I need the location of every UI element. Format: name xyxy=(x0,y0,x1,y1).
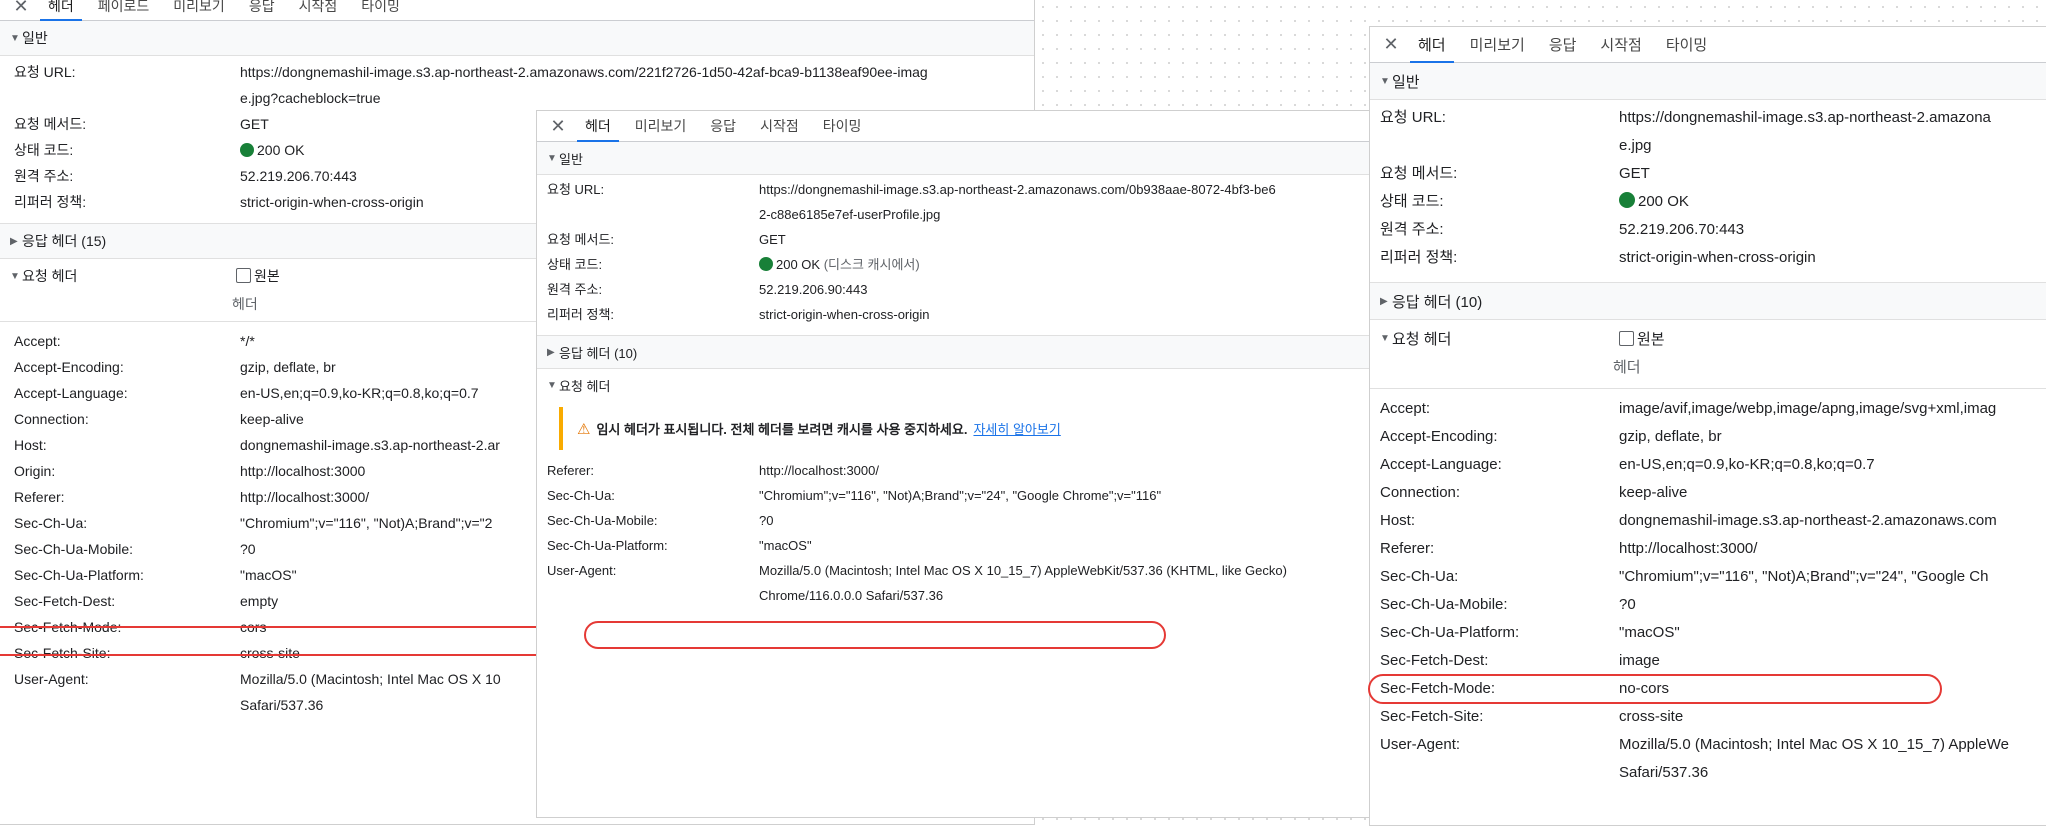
triangle-down-icon: ▼ xyxy=(547,379,557,391)
request-headers-title: 요청 헤더 xyxy=(559,378,611,394)
header-row: Host: dongnemashil-image.s3.ap-northeast-… xyxy=(1380,512,1997,529)
request-headers-list: Accept: image/avif,image/webp,image/apng,… xyxy=(1370,389,2046,787)
provisional-headers-warning: ⚠ 임시 헤더가 표시됩니다. 전체 헤더를 보려면 캐시를 사용 중지하세요.… xyxy=(559,407,1353,450)
request-headers-list: Referer: http://localhost:3000/ Sec-Ch-Ua… xyxy=(537,458,1371,608)
general-section-title: 일반 xyxy=(22,30,48,46)
general-row: 리퍼러 정책: strict-origin-when-cross-origin xyxy=(1380,249,1816,266)
general-row: 요청 URL: https://dongnemashil-image.s3.ap-… xyxy=(547,182,1276,222)
header-row: Sec-Ch-Ua-Platform: "macOS" xyxy=(1380,624,1680,641)
request-headers-toggle[interactable]: ▼ 요청 헤더 원본 xyxy=(1370,320,2046,356)
raw-toggle[interactable]: 원본 xyxy=(1619,328,1665,349)
tab-preview[interactable]: 미리보기 xyxy=(623,111,699,141)
header-row-sec-fetch-mode: Sec-Fetch-Mode: no-cors xyxy=(1380,680,1670,697)
close-icon[interactable]: ✕ xyxy=(543,111,573,141)
general-row: 상태 코드: 200 OK (디스크 캐시에서) xyxy=(547,257,920,272)
response-headers-title: 응답 헤더 (10) xyxy=(1392,293,1483,311)
header-row: Referer: http://localhost:3000/ xyxy=(547,463,879,478)
general-list: 요청 URL: https://dongnemashil-image.s3.ap-… xyxy=(537,175,1371,327)
tab-headers[interactable]: 헤더 xyxy=(36,0,86,21)
left-tabbar: ✕ 헤더 페이로드 미리보기 응답 시작점 타이밍 xyxy=(0,0,1034,21)
header-row: Sec-Fetch-Site: cross-site xyxy=(1380,708,1684,725)
triangle-down-icon: ▼ xyxy=(547,152,557,164)
triangle-right-icon: ▶ xyxy=(1380,295,1388,307)
cache-note: (디스크 캐시에서) xyxy=(823,257,920,272)
response-headers-toggle[interactable]: ▶ 응답 헤더 (10) xyxy=(537,335,1371,369)
tab-initiator[interactable]: 시작점 xyxy=(1588,27,1653,62)
header-row: Accept-Encoding: gzip, deflate, br xyxy=(1380,428,1722,445)
status-code: 200 OK xyxy=(776,257,821,272)
general-row: 요청 메서드: GET xyxy=(1380,165,1650,182)
triangle-right-icon: ▶ xyxy=(547,346,555,358)
close-icon[interactable]: ✕ xyxy=(1376,27,1406,62)
learn-more-link[interactable]: 자세히 알아보기 xyxy=(973,419,1060,438)
tab-preview[interactable]: 미리보기 xyxy=(1458,27,1537,62)
general-row: 리퍼러 정책: strict-origin-when-cross-origin xyxy=(547,307,930,322)
tab-response[interactable]: 응답 xyxy=(1537,27,1589,62)
tab-headers[interactable]: 헤더 xyxy=(1406,27,1458,63)
general-section-toggle[interactable]: ▼ 일반 xyxy=(0,21,1034,56)
general-row: 요청 URL: https://dongnemashil-image.s3.ap-… xyxy=(14,64,928,106)
header-row: Referer: http://localhost:3000/ xyxy=(1380,540,1758,557)
tab-initiator[interactable]: 시작점 xyxy=(287,0,350,20)
header-row: Sec-Ch-Ua: "Chromium";v="116", "Not)A;Bra… xyxy=(547,488,1162,503)
request-headers-title: 요청 헤더 xyxy=(22,268,78,284)
general-section-toggle[interactable]: ▼ 일반 xyxy=(537,142,1371,175)
tab-timing[interactable]: 타이밍 xyxy=(1654,27,1719,62)
triangle-right-icon: ▶ xyxy=(10,235,18,247)
tab-response[interactable]: 응답 xyxy=(698,111,748,141)
close-icon[interactable]: ✕ xyxy=(6,0,36,20)
general-section-toggle[interactable]: ▼ 일반 xyxy=(1370,63,2046,100)
header-row: Sec-Ch-Ua: "Chromium";v="116", "Not)A;Bra… xyxy=(1380,568,1989,585)
header-row: Connection: keep-alive xyxy=(1380,484,1688,501)
status-ok-icon xyxy=(1619,192,1635,208)
tab-initiator[interactable]: 시작점 xyxy=(748,111,811,141)
header-row: Sec-Fetch-Dest: image xyxy=(1380,652,1660,669)
request-headers-title: 요청 헤더 xyxy=(1392,330,1452,348)
header-row: User-Agent: Mozilla/5.0 (Macintosh; Intel… xyxy=(1380,736,2009,781)
warning-icon: ⚠ xyxy=(577,420,591,438)
header-row: Sec-Ch-Ua-Mobile: ?0 xyxy=(1380,596,1636,613)
response-headers-title: 응답 헤더 (15) xyxy=(22,233,107,249)
general-section-title: 일반 xyxy=(1392,73,1420,91)
general-row: 원격 주소: 52.219.206.70:443 xyxy=(1380,221,1745,238)
general-list: 요청 URL: https://dongnemashil-image.s3.ap-… xyxy=(1370,100,2046,272)
triangle-down-icon: ▼ xyxy=(1380,75,1390,87)
status-ok-icon xyxy=(240,143,254,157)
right-devtools-panel: ✕ 헤더 미리보기 응답 시작점 타이밍 ▼ 일반 요청 URL: https:/… xyxy=(1369,26,2046,826)
request-headers-toggle[interactable]: ▼ 요청 헤더 xyxy=(537,369,1371,401)
general-section-title: 일반 xyxy=(559,151,583,167)
tab-timing[interactable]: 타이밍 xyxy=(349,0,412,20)
general-row: 요청 URL: https://dongnemashil-image.s3.ap-… xyxy=(1380,109,1991,154)
tab-timing[interactable]: 타이밍 xyxy=(811,111,874,141)
checkbox[interactable] xyxy=(1619,330,1634,346)
response-headers-title: 응답 헤더 (10) xyxy=(559,345,638,361)
tab-response[interactable]: 응답 xyxy=(237,0,287,20)
warning-text: 임시 헤더가 표시됩니다. 전체 헤더를 보려면 캐시를 사용 중지하세요. xyxy=(596,422,968,437)
header-column-label: 헤더 xyxy=(1370,356,2046,389)
header-row: Accept-Language: en-US,en;q=0.9,ko-KR;q=0… xyxy=(1380,456,1875,473)
header-row: Sec-Ch-Ua-Platform: "macOS" xyxy=(547,538,812,553)
status-ok-icon xyxy=(759,257,773,271)
header-row: Sec-Ch-Ua-Mobile: ?0 xyxy=(547,513,774,528)
tab-headers[interactable]: 헤더 xyxy=(573,111,623,142)
response-headers-toggle[interactable]: ▶ 응답 헤더 (10) xyxy=(1370,282,2046,320)
status-code: 200 OK xyxy=(1638,193,1689,210)
triangle-down-icon: ▼ xyxy=(10,270,20,282)
right-tabbar: ✕ 헤더 미리보기 응답 시작점 타이밍 xyxy=(1370,27,2046,63)
tab-payload[interactable]: 페이로드 xyxy=(86,0,162,20)
middle-tabbar: ✕ 헤더 미리보기 응답 시작점 타이밍 xyxy=(537,111,1371,142)
middle-devtools-panel: ✕ 헤더 미리보기 응답 시작점 타이밍 ▼ 일반 요청 URL: https:/… xyxy=(536,110,1372,818)
checkbox[interactable] xyxy=(236,268,251,283)
triangle-down-icon: ▼ xyxy=(1380,332,1390,344)
status-code: 200 OK xyxy=(257,142,305,158)
general-row: 원격 주소: 52.219.206.90:443 xyxy=(547,282,868,297)
tab-preview[interactable]: 미리보기 xyxy=(161,0,237,20)
header-row: Accept: image/avif,image/webp,image/apng,… xyxy=(1380,400,1997,417)
header-row: User-Agent: Mozilla/5.0 (Macintosh; Intel… xyxy=(547,563,1287,603)
general-row: 상태 코드: 200 OK xyxy=(1380,192,1689,210)
general-row: 요청 메서드: GET xyxy=(547,232,786,247)
raw-toggle[interactable]: 원본 xyxy=(236,266,280,286)
triangle-down-icon: ▼ xyxy=(10,32,20,44)
